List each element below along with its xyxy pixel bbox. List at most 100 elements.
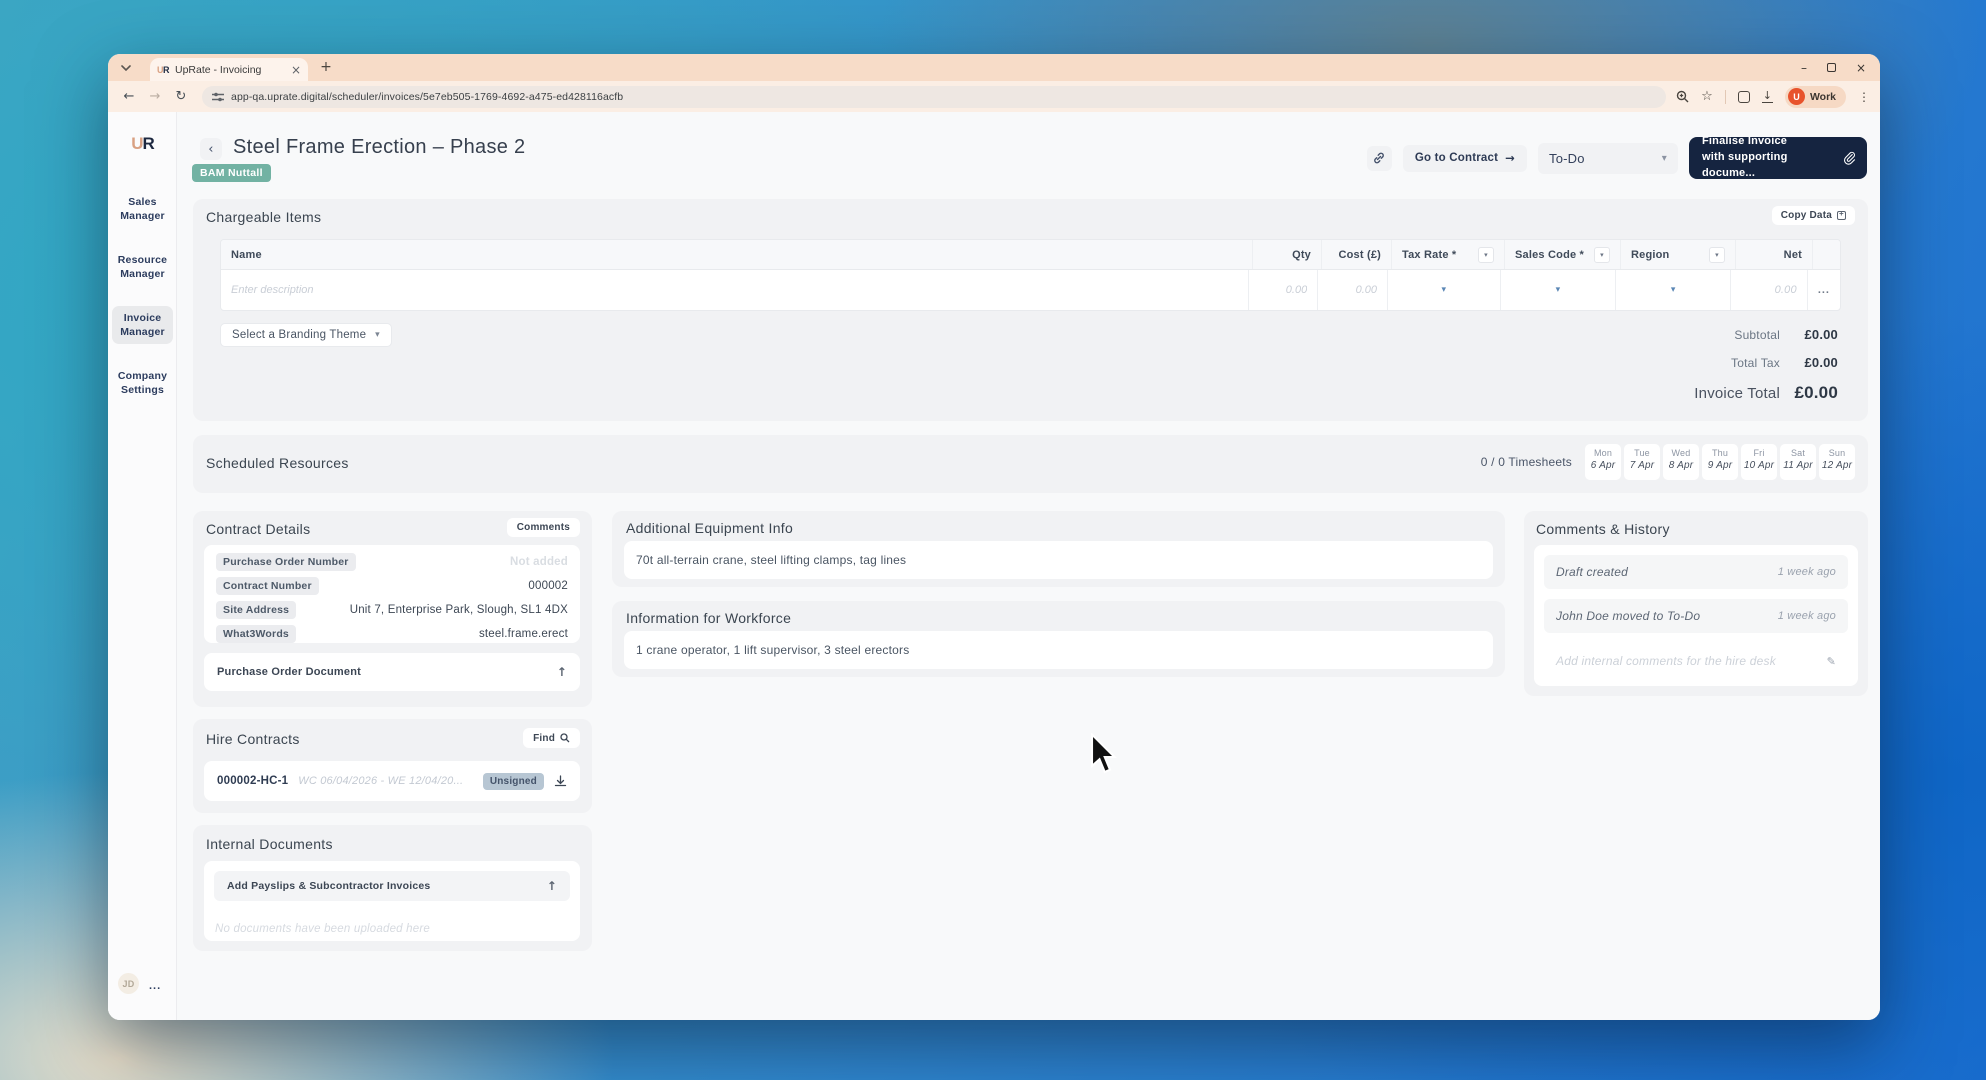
branding-theme-select[interactable]: Select a Branding Theme ▾: [220, 323, 392, 347]
unsigned-badge: Unsigned: [482, 772, 544, 790]
copy-data-button[interactable]: Copy Data: [1771, 206, 1855, 225]
po-document-upload[interactable]: Purchase Order Document ↑: [204, 653, 580, 691]
page-title: Steel Frame Erection – Phase 2: [233, 136, 526, 158]
toolbar-icons: ☆ ↓ U Work ⋮: [1676, 85, 1870, 108]
workforce-info-title: Information for Workforce: [626, 610, 792, 626]
row-menu-icon[interactable]: ...: [1808, 270, 1840, 310]
chevron-down-icon: ▾: [1661, 152, 1667, 164]
col-net: Net: [1736, 240, 1813, 269]
scheduled-resources-card: Scheduled Resources 0 / 0 Timesheets Mon…: [193, 435, 1868, 493]
chevron-down-icon: ▾: [375, 330, 380, 340]
uprate-app: UR Sales Manager Resource Manager Invoic…: [108, 112, 1880, 1020]
cost-input[interactable]: [1328, 284, 1378, 296]
tab-title: UpRate - Invoicing: [175, 63, 262, 76]
mouse-cursor: [1090, 733, 1118, 774]
profile-chip[interactable]: U Work: [1784, 85, 1846, 108]
day-pill[interactable]: Sun 12 Apr: [1819, 444, 1855, 480]
col-region: Region ▾: [1621, 240, 1736, 269]
col-sales-code: Sales Code * ▾: [1505, 240, 1621, 269]
add-comment-input[interactable]: Add internal comments for the hire desk …: [1544, 646, 1848, 676]
day-pill[interactable]: Sat 11 Apr: [1780, 444, 1816, 480]
day-pill[interactable]: Mon 6 Apr: [1585, 444, 1621, 480]
hire-contract-row[interactable]: 000002-HC-1 WC 06/04/2026 - WE 12/04/20.…: [204, 761, 580, 801]
sidebar-item-sales-manager[interactable]: Sales Manager: [112, 190, 173, 228]
status-dropdown[interactable]: To-Do ▾: [1538, 142, 1678, 174]
new-tab-button[interactable]: +: [316, 57, 336, 77]
find-button[interactable]: Find: [523, 728, 580, 748]
tax-rate-select[interactable]: ▾: [1388, 270, 1501, 310]
browser-menu-icon[interactable]: ⋮: [1858, 90, 1870, 104]
equipment-info-card: Additional Equipment Info 70t all-terrai…: [612, 511, 1505, 587]
day-pill[interactable]: Fri 10 Apr: [1741, 444, 1777, 480]
minimize-icon[interactable]: –: [1801, 61, 1807, 75]
description-input[interactable]: [231, 284, 1239, 296]
uprate-favicon-icon: UR: [157, 64, 170, 75]
invoice-total-label: Invoice Total: [1694, 385, 1780, 402]
contract-detail-row: Purchase Order Number Not added: [204, 550, 580, 574]
download-icon[interactable]: ↓: [1761, 90, 1773, 103]
add-payslips-upload[interactable]: Add Payslips & Subcontractor Invoices ↑: [214, 871, 570, 901]
day-pill[interactable]: Thu 9 Apr: [1702, 444, 1738, 480]
po-number-label: Purchase Order Number: [216, 553, 356, 571]
profile-avatar: U: [1787, 88, 1805, 105]
upload-icon: ↑: [556, 665, 567, 679]
app-sidebar: UR Sales Manager Resource Manager Invoic…: [108, 112, 177, 1020]
site-address-value: Unit 7, Enterprise Park, Slough, SL1 4DX: [349, 604, 568, 616]
sidebar-item-resource-manager[interactable]: Resource Manager: [112, 248, 173, 286]
chevron-down-icon[interactable]: ▾: [1478, 246, 1494, 263]
chevron-down-icon: [121, 65, 131, 71]
sales-code-select[interactable]: ▾: [1501, 270, 1617, 310]
internal-documents-card: Internal Documents Add Payslips & Subcon…: [193, 825, 592, 951]
go-to-contract-button[interactable]: Go to Contract →: [1402, 144, 1527, 172]
timesheets-count: 0 / 0 Timesheets: [1480, 455, 1572, 469]
chevron-down-icon[interactable]: ▾: [1709, 246, 1725, 263]
page-back-button[interactable]: ‹: [200, 138, 222, 160]
net-value: 0.00: [1774, 284, 1797, 296]
forward-icon[interactable]: →: [144, 86, 166, 108]
qty-input[interactable]: [1259, 284, 1308, 296]
client-badge: BAM Nuttall: [192, 164, 271, 182]
sidebar-item-company-settings[interactable]: Company Settings: [112, 364, 173, 402]
tab-search-button[interactable]: [116, 58, 136, 78]
finalise-invoice-button[interactable]: Finalise Invoice with supporting docume.…: [1689, 135, 1867, 179]
copy-icon: [1837, 209, 1846, 220]
col-actions: [1813, 240, 1840, 269]
back-icon[interactable]: ←: [118, 86, 140, 108]
col-cost: Cost (£): [1322, 240, 1392, 269]
browser-tab[interactable]: UR UpRate - Invoicing ×: [150, 58, 308, 81]
comments-button[interactable]: Comments: [506, 518, 580, 537]
workforce-info-text: 1 crane operator, 1 lift supervisor, 3 s…: [636, 643, 910, 657]
pencil-icon: ✎: [1826, 654, 1836, 668]
uprate-logo: UR: [131, 134, 155, 153]
address-bar[interactable]: app-qa.uprate.digital/scheduler/invoices…: [202, 85, 1667, 108]
user-avatar[interactable]: JD: [118, 973, 139, 994]
contract-detail-row: Contract Number 000002: [204, 574, 580, 598]
header-actions: Go to Contract → To-Do ▾ Finalise Invoic…: [1366, 135, 1867, 179]
equipment-info-box: 70t all-terrain crane, steel lifting cla…: [624, 541, 1493, 579]
internal-documents-title: Internal Documents: [206, 836, 333, 852]
maximize-icon[interactable]: [1826, 63, 1836, 72]
workforce-info-card: Information for Workforce 1 crane operat…: [612, 601, 1505, 677]
tab-close-icon[interactable]: ×: [291, 63, 301, 77]
reload-icon[interactable]: ↻: [170, 86, 192, 108]
bookmark-star-icon[interactable]: ☆: [1701, 89, 1713, 104]
chevron-down-icon[interactable]: ▾: [1594, 246, 1610, 263]
day-pill[interactable]: Wed 8 Apr: [1663, 444, 1699, 480]
search-icon: [560, 733, 570, 743]
copy-link-button[interactable]: [1366, 145, 1392, 171]
chargeable-items-title: Chargeable Items: [206, 209, 322, 225]
download-contract-icon[interactable]: [554, 774, 567, 788]
sidebar-more-icon[interactable]: ...: [149, 980, 161, 992]
sidebar-item-invoice-manager[interactable]: Invoice Manager: [112, 306, 173, 345]
comments-history-box: Draft created 1 week ago John Doe moved …: [1534, 545, 1858, 686]
equipment-info-text: 70t all-terrain crane, steel lifting cla…: [636, 553, 907, 567]
extensions-icon[interactable]: [1737, 90, 1750, 103]
close-icon[interactable]: ×: [1856, 61, 1866, 75]
region-select[interactable]: ▾: [1616, 270, 1732, 310]
contract-details-title: Contract Details: [206, 521, 311, 537]
zoom-icon[interactable]: [1676, 90, 1689, 103]
day-pill[interactable]: Tue 7 Apr: [1624, 444, 1660, 480]
week-day-pills: Mon 6 Apr Tue 7 Apr Wed 8 Apr Thu 9 Apr Fri 1…: [1585, 444, 1855, 480]
contract-number-value: 000002: [528, 580, 568, 592]
table-input-row: ▾ ▾ ▾ 0.00 ...: [221, 270, 1840, 310]
